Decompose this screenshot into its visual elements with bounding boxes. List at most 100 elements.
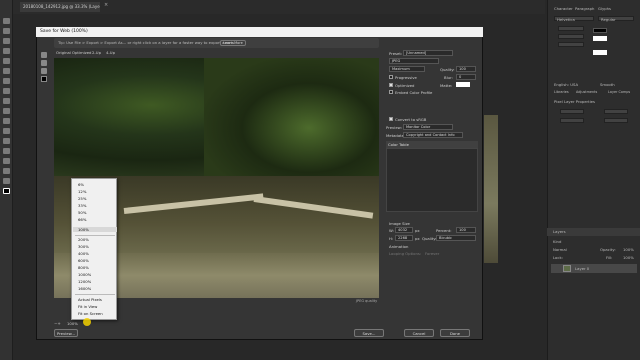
layers-title[interactable]: Layers: [553, 229, 566, 234]
layer-name[interactable]: Layer 0: [575, 266, 589, 271]
format-select[interactable]: JPEG: [389, 58, 439, 64]
cancel-button[interactable]: Cancel: [404, 329, 434, 337]
stamp-tool-icon[interactable]: [3, 98, 10, 104]
zoom-out-icon[interactable]: −+: [54, 321, 64, 327]
tab-4up[interactable]: 4-Up: [106, 50, 115, 55]
height-prop-field[interactable]: [604, 109, 628, 114]
dodge-tool-icon[interactable]: [3, 148, 10, 154]
fill-value[interactable]: 100%: [623, 255, 634, 260]
embed-profile-checkbox[interactable]: [389, 90, 393, 94]
zoom-option[interactable]: 6%: [78, 182, 84, 187]
blur-tool-icon[interactable]: [3, 138, 10, 144]
scale-field[interactable]: [558, 42, 584, 47]
metadata-select[interactable]: Copyright and Contact Info: [403, 132, 463, 138]
opacity-value[interactable]: 100%: [623, 247, 634, 252]
tab-optimized[interactable]: Optimized: [72, 50, 91, 55]
zoom-option[interactable]: 600%: [78, 258, 89, 263]
filter-kind[interactable]: Kind: [553, 239, 561, 244]
slice-select-icon[interactable]: [41, 60, 47, 66]
zoom-option[interactable]: 33%: [78, 203, 86, 208]
healing-tool-icon[interactable]: [3, 78, 10, 84]
width-field[interactable]: 4032: [395, 227, 413, 233]
pen-tool-icon[interactable]: [3, 158, 10, 164]
fit-in-view-option[interactable]: Fit in View: [78, 304, 97, 309]
zoom-option[interactable]: 66%: [78, 217, 86, 222]
x-prop-field[interactable]: [560, 118, 584, 123]
lasso-tool-icon[interactable]: [3, 38, 10, 44]
matte-swatch[interactable]: [456, 82, 470, 87]
history-brush-icon[interactable]: [3, 108, 10, 114]
height-field[interactable]: 2268: [395, 235, 413, 241]
tab-glyphs[interactable]: Glyphs: [598, 6, 611, 11]
blur-field[interactable]: 0: [456, 74, 476, 80]
text-color-box[interactable]: [593, 50, 607, 55]
tab-libraries[interactable]: Libraries: [554, 90, 569, 94]
zoom-tool-icon[interactable]: [41, 68, 47, 74]
menu-divider: [75, 235, 115, 236]
hand-tool-icon[interactable]: [41, 52, 47, 58]
zoom-option[interactable]: 1200%: [78, 279, 91, 284]
resample-select[interactable]: Bicubic: [436, 235, 476, 241]
blend-mode[interactable]: Normal: [553, 247, 567, 252]
animation-label: Animation: [389, 244, 409, 249]
learn-more-button[interactable]: Learn More: [220, 40, 246, 46]
move-tool-icon[interactable]: [3, 18, 10, 24]
zoom-option[interactable]: 50%: [78, 210, 86, 215]
eraser-tool-icon[interactable]: [3, 118, 10, 124]
resample-quality-label: Quality:: [422, 236, 437, 241]
canvas-photo-edge: [484, 115, 498, 263]
type-tool-icon[interactable]: [3, 168, 10, 174]
preset-select[interactable]: [Unnamed]: [403, 50, 453, 56]
tab-original[interactable]: Original: [56, 50, 71, 55]
fit-on-screen-option[interactable]: Fit on Screen: [78, 311, 103, 316]
eyedropper-color-icon[interactable]: [41, 76, 47, 82]
color-swatch[interactable]: [593, 36, 607, 41]
document-tab[interactable]: 20180108_142912.jpg @ 33.3% (Layer 0, RG…: [20, 2, 100, 12]
crop-tool-icon[interactable]: [3, 58, 10, 64]
kerning-field[interactable]: [558, 34, 584, 39]
done-button[interactable]: Done: [440, 329, 470, 337]
actual-pixels-option[interactable]: Actual Pixels: [78, 297, 102, 302]
tab-layer-comps[interactable]: Layer Comps: [608, 90, 630, 94]
zoom-option[interactable]: 300%: [78, 244, 89, 249]
close-tab-icon[interactable]: ×: [104, 2, 108, 8]
gradient-tool-icon[interactable]: [3, 128, 10, 134]
zoom-option[interactable]: 100%: [78, 227, 89, 232]
antialias-label[interactable]: Smooth: [600, 82, 615, 87]
preview-button[interactable]: Preview...: [54, 329, 78, 337]
percent-field[interactable]: 100: [456, 227, 476, 233]
zoom-option[interactable]: 1600%: [78, 286, 91, 291]
width-prop-field[interactable]: [560, 109, 584, 114]
tab-paragraph[interactable]: Paragraph: [575, 6, 594, 11]
font-style-field[interactable]: Regular: [598, 16, 634, 22]
quick-select-tool-icon[interactable]: [3, 48, 10, 54]
foreground-color-icon[interactable]: [3, 188, 10, 194]
font-size-field[interactable]: [558, 26, 584, 31]
tab-character[interactable]: Character: [554, 6, 573, 11]
tab-2up[interactable]: 2-Up: [92, 50, 101, 55]
y-prop-field[interactable]: [604, 118, 628, 123]
zoom-option[interactable]: 1000%: [78, 272, 91, 277]
font-family-field[interactable]: Helvetica: [554, 16, 594, 22]
compression-select[interactable]: Maximum: [389, 66, 425, 72]
image-size-label: Image Size: [389, 221, 410, 226]
language-label[interactable]: English: USA: [554, 82, 578, 87]
preview-select[interactable]: Monitor Color: [403, 124, 453, 130]
optimized-checkbox[interactable]: [389, 83, 393, 87]
zoom-option[interactable]: 25%: [78, 196, 86, 201]
zoom-option[interactable]: 400%: [78, 251, 89, 256]
color-swatch[interactable]: [593, 28, 607, 33]
save-button[interactable]: Save...: [354, 329, 384, 337]
path-select-tool-icon[interactable]: [3, 178, 10, 184]
zoom-option[interactable]: 800%: [78, 265, 89, 270]
brush-tool-icon[interactable]: [3, 88, 10, 94]
convert-srgb-checkbox[interactable]: [389, 117, 393, 121]
quality-field[interactable]: 100: [456, 66, 476, 72]
progressive-checkbox[interactable]: [389, 75, 393, 79]
zoom-option[interactable]: 200%: [78, 237, 89, 242]
zoom-level-field[interactable]: 100%: [67, 321, 81, 327]
zoom-option[interactable]: 12%: [78, 189, 86, 194]
tab-adjustments[interactable]: Adjustments: [576, 90, 597, 94]
eyedropper-tool-icon[interactable]: [3, 68, 10, 74]
marquee-tool-icon[interactable]: [3, 28, 10, 34]
